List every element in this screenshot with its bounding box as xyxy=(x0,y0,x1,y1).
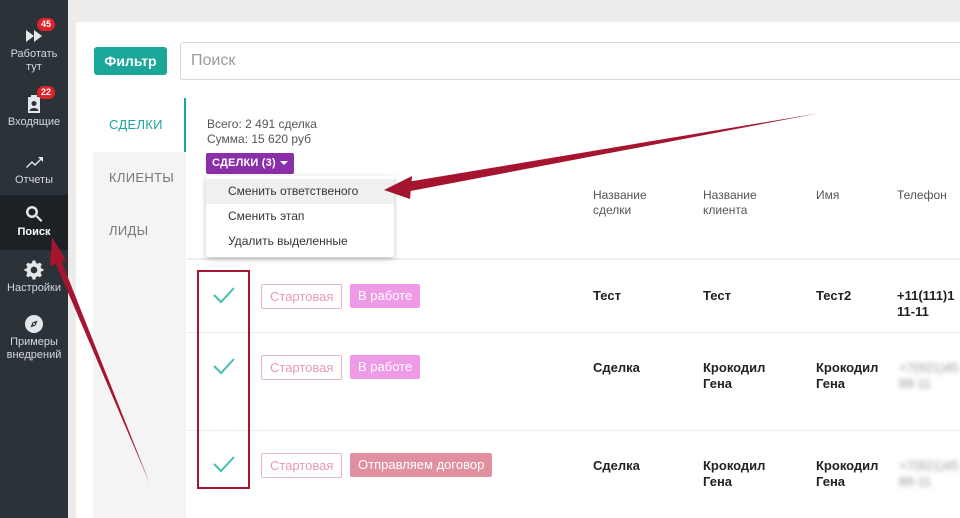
column-header-deal-name[interactable]: Название сделки xyxy=(593,188,647,218)
annotation-selection-box xyxy=(197,270,250,489)
total-count: Всего: 2 491 сделка xyxy=(207,117,317,131)
sidebar-item-label: тут xyxy=(26,61,42,73)
compass-icon xyxy=(23,314,45,334)
bulk-actions-label: СДЕЛКИ (3) xyxy=(212,157,276,169)
row-divider xyxy=(187,332,960,333)
cell-phone: +11(111)1 11-11 xyxy=(897,288,954,320)
total-sum: Сумма: 15 620 руб xyxy=(207,132,311,146)
notification-badge: 45 xyxy=(37,18,56,31)
bulk-actions-button[interactable]: СДЕЛКИ (3) xyxy=(206,153,294,174)
caret-down-icon xyxy=(279,161,288,166)
phone-line: 88-11 xyxy=(899,474,932,489)
column-header-client-name[interactable]: Название клиента xyxy=(703,188,757,218)
stage-badge: Стартовая xyxy=(261,355,343,380)
cell-client-name[interactable]: Крокодил Гена xyxy=(703,360,765,392)
tab-leads[interactable]: ЛИДЫ xyxy=(93,204,186,258)
menu-item-change-stage[interactable]: Сменить этап xyxy=(206,204,394,229)
bulk-actions-menu: Сменить ответственого Сменить этап Удали… xyxy=(206,176,394,257)
deals-summary: Всего: 2 491 сделка Сумма: 15 620 руб xyxy=(207,117,317,147)
sidebar-item-label: Примеры xyxy=(10,336,58,348)
search-input[interactable] xyxy=(180,42,960,80)
column-header-text: сделки xyxy=(593,203,632,217)
phone-line: +11(111)1 xyxy=(897,288,955,303)
status-badge: Отправляем договор xyxy=(350,453,493,477)
sidebar-item-label: Настройки xyxy=(7,282,61,294)
sidebar-item-reports[interactable]: Отчеты xyxy=(0,148,68,192)
sidebar-item-work-here[interactable]: 45 Работать тут xyxy=(0,18,68,78)
filter-button[interactable]: Фильтр xyxy=(94,47,167,75)
sidebar-item-label: Работать xyxy=(10,48,58,60)
sidebar-item-search[interactable]: Поиск xyxy=(0,195,68,250)
sidebar-item-label: Отчеты xyxy=(14,174,54,186)
cell-phone-blurred: +7(921)45 88-11 xyxy=(899,360,959,392)
sidebar-item-inbox[interactable]: 22 Входящие xyxy=(0,86,68,140)
phone-line: 11-11 xyxy=(897,304,929,319)
column-header-name[interactable]: Имя xyxy=(816,188,839,203)
row-divider xyxy=(187,430,960,431)
phone-line: 88-11 xyxy=(899,376,932,391)
cell-deal-name[interactable]: Сделка xyxy=(593,360,640,376)
fast-forward-icon: 45 xyxy=(23,18,56,46)
tab-deals[interactable]: СДЕЛКИ xyxy=(93,98,186,152)
menu-item-delete-selected[interactable]: Удалить выделенные xyxy=(206,229,394,254)
status-badge: В работе xyxy=(350,284,421,308)
cell-phone-blurred: +7(921)45 88-11 xyxy=(899,458,959,490)
search-icon xyxy=(23,204,45,224)
cell-client-name[interactable]: Тест xyxy=(703,288,731,304)
sidebar-item-label: Входящие xyxy=(7,116,61,128)
cell-name: Крокодил Гена xyxy=(816,458,878,490)
cell-deal-name[interactable]: Сделка xyxy=(593,458,640,474)
name-line: Крокодил xyxy=(816,360,879,375)
name-line: Гена xyxy=(816,376,846,391)
cell-client-name[interactable]: Крокодил Гена xyxy=(703,458,765,490)
sidebar: 45 Работать тут 22 Входящие Отчеты Поиск… xyxy=(0,0,68,518)
client-name-line: Гена xyxy=(703,474,733,489)
entity-tabs: СДЕЛКИ КЛИЕНТЫ ЛИДЫ xyxy=(93,98,186,518)
status-badge: В работе xyxy=(350,355,421,379)
column-header-phone[interactable]: Телефон xyxy=(897,188,947,203)
phone-line: +7(921)45 xyxy=(899,458,959,473)
menu-item-change-responsible[interactable]: Сменить ответственого xyxy=(206,179,394,204)
header-divider xyxy=(187,258,960,260)
cell-name: Тест2 xyxy=(816,288,852,303)
notification-badge: 22 xyxy=(37,86,56,99)
stage-badge: Стартовая xyxy=(261,453,343,478)
client-name-line: Крокодил xyxy=(703,360,766,375)
cell-deal-name[interactable]: Тест xyxy=(593,288,621,304)
sidebar-item-examples[interactable]: Примеры внедрений xyxy=(0,312,68,364)
tab-clients[interactable]: КЛИЕНТЫ xyxy=(93,151,186,205)
column-header-text: Название xyxy=(703,188,757,202)
gear-icon xyxy=(23,260,45,280)
clipboard-person-icon: 22 xyxy=(23,86,56,114)
client-name-line: Гена xyxy=(703,376,733,391)
sidebar-item-settings[interactable]: Настройки xyxy=(0,256,68,298)
stage-badge: Стартовая xyxy=(261,284,343,309)
name-line: Крокодил xyxy=(816,458,879,473)
name-line: Гена xyxy=(816,474,846,489)
column-header-text: клиента xyxy=(703,203,748,217)
sidebar-item-label: Поиск xyxy=(17,226,51,238)
phone-line: +7(921)45 xyxy=(899,360,959,375)
client-name-line: Крокодил xyxy=(703,458,766,473)
trend-up-icon xyxy=(23,152,45,172)
sidebar-item-label: внедрений xyxy=(6,349,62,361)
cell-name: Крокодил Гена xyxy=(816,360,878,392)
column-header-text: Название xyxy=(593,188,647,202)
